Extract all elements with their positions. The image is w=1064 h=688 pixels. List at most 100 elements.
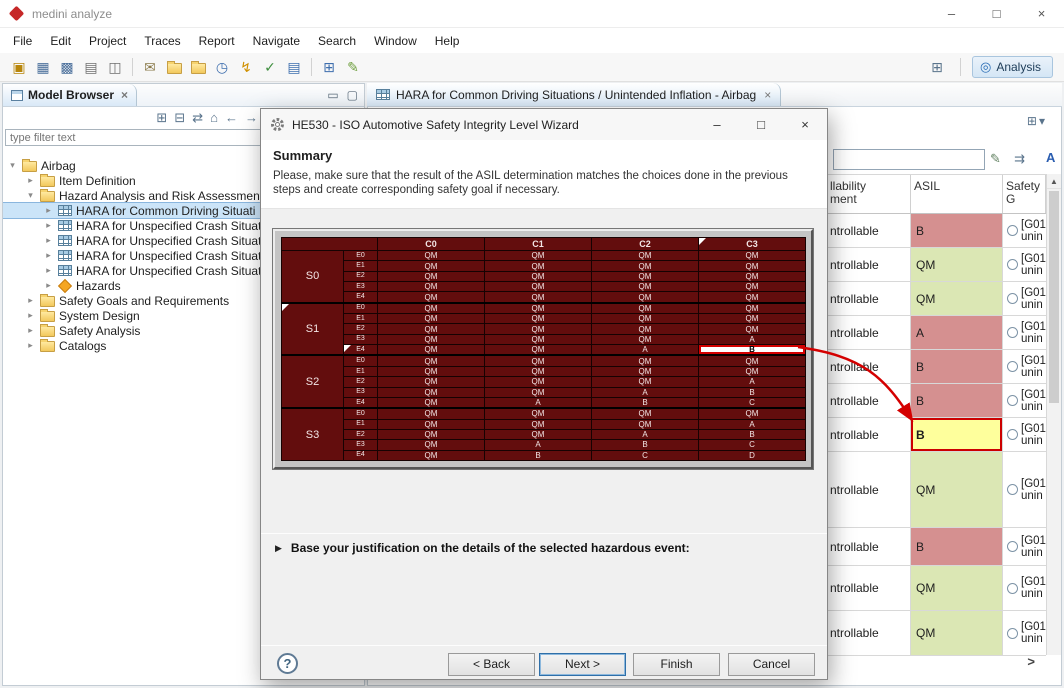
- asil-cell[interactable]: QM: [911, 611, 1003, 655]
- edit-filter-icon[interactable]: ✎: [990, 151, 1001, 167]
- safety-goal-cell[interactable]: [G01unin: [1003, 248, 1046, 281]
- safety-goal-cell[interactable]: [G01unin: [1003, 418, 1046, 451]
- collapse-all-icon[interactable]: ⊟: [174, 110, 185, 126]
- asil-cell[interactable]: B: [911, 214, 1003, 247]
- asil-matrix-cell[interactable]: QM: [592, 377, 699, 387]
- asil-matrix-cell[interactable]: QM: [485, 251, 592, 261]
- minimize-view-icon[interactable]: ▭: [327, 88, 338, 102]
- safety-goal-cell[interactable]: [G01unin: [1003, 214, 1046, 247]
- asil-matrix-cell[interactable]: A: [592, 387, 699, 397]
- checklist-icon[interactable]: ✓: [259, 56, 281, 78]
- asil-matrix-cell[interactable]: QM: [485, 314, 592, 324]
- asil-matrix-cell[interactable]: QM: [378, 314, 485, 324]
- vertical-scrollbar[interactable]: ▲: [1046, 174, 1061, 655]
- asil-matrix-cell[interactable]: B: [592, 440, 699, 450]
- matrix-exposure-e3[interactable]: E3: [344, 387, 378, 397]
- asil-matrix-cell[interactable]: QM: [378, 324, 485, 334]
- asil-matrix-cell[interactable]: QM: [378, 419, 485, 429]
- dialog-close-button[interactable]: ×: [783, 109, 827, 140]
- asil-matrix-cell[interactable]: QM: [378, 387, 485, 397]
- chevron-collapsed-icon[interactable]: ▸: [43, 205, 54, 216]
- hara-filter-input[interactable]: [833, 149, 985, 170]
- matrix-severity-s0[interactable]: S0: [282, 251, 344, 303]
- asil-matrix-cell[interactable]: A: [592, 429, 699, 439]
- asil-matrix-cell[interactable]: QM: [592, 314, 699, 324]
- chevron-collapsed-icon[interactable]: ▸: [43, 235, 54, 246]
- minimize-button[interactable]: –: [929, 0, 974, 28]
- scroll-right-hint[interactable]: >: [1027, 654, 1035, 669]
- asil-matrix-cell[interactable]: QM: [699, 355, 806, 366]
- menu-item-window[interactable]: Window: [365, 31, 426, 51]
- matrix-exposure-e1[interactable]: E1: [344, 419, 378, 429]
- run-icon[interactable]: ↯: [235, 56, 257, 78]
- asil-matrix-cell[interactable]: QM: [699, 251, 806, 261]
- matrix-exposure-e0[interactable]: E0: [344, 303, 378, 314]
- asil-cell[interactable]: QM: [911, 282, 1003, 315]
- asil-matrix-cell[interactable]: QM: [485, 355, 592, 366]
- table-icon[interactable]: ⊞: [318, 56, 340, 78]
- chevron-collapsed-icon[interactable]: ▸: [43, 250, 54, 261]
- back-icon[interactable]: ←: [225, 110, 238, 125]
- menu-item-file[interactable]: File: [4, 31, 41, 51]
- maximize-view-icon[interactable]: ▢: [347, 88, 358, 102]
- tab-hara-editor[interactable]: HARA for Common Driving Situations / Uni…: [367, 83, 781, 106]
- chevron-collapsed-icon[interactable]: ▸: [25, 325, 36, 336]
- asil-cell[interactable]: QM: [911, 452, 1003, 527]
- cancel-button[interactable]: Cancel: [728, 653, 815, 676]
- matrix-exposure-e4[interactable]: E4: [344, 450, 378, 460]
- asil-matrix-cell[interactable]: QM: [485, 419, 592, 429]
- close-button[interactable]: ×: [1019, 0, 1064, 28]
- dialog-maximize-button[interactable]: □: [739, 109, 783, 140]
- asil-matrix-cell[interactable]: QM: [592, 419, 699, 429]
- matrix-exposure-e3[interactable]: E3: [344, 282, 378, 292]
- asil-matrix-cell[interactable]: QM: [485, 429, 592, 439]
- tab-model-browser[interactable]: Model Browser ×: [3, 84, 137, 106]
- asil-matrix-cell[interactable]: B: [699, 345, 806, 356]
- save-icon[interactable]: ▦: [32, 56, 54, 78]
- asil-matrix-cell[interactable]: B: [699, 429, 806, 439]
- matrix-exposure-e4[interactable]: E4: [344, 397, 378, 408]
- new-icon[interactable]: ▣: [8, 56, 30, 78]
- asil-matrix-cell[interactable]: QM: [592, 408, 699, 419]
- asil-matrix-cell[interactable]: QM: [592, 271, 699, 281]
- matrix-col-header-c2[interactable]: C2: [592, 238, 699, 251]
- help-button[interactable]: ?: [277, 653, 298, 674]
- analysis-perspective-button[interactable]: ◎ Analysis: [972, 56, 1053, 78]
- asil-matrix-cell[interactable]: QM: [485, 408, 592, 419]
- asil-matrix-cell[interactable]: QM: [485, 261, 592, 271]
- asil-matrix-cell[interactable]: QM: [378, 450, 485, 460]
- matrix-severity-s3[interactable]: S3: [282, 408, 344, 460]
- asil-matrix-cell[interactable]: QM: [378, 292, 485, 303]
- menu-item-help[interactable]: Help: [426, 31, 469, 51]
- asil-matrix-cell[interactable]: A: [699, 377, 806, 387]
- safety-goal-cell[interactable]: [G01unin: [1003, 611, 1046, 655]
- asil-matrix-cell[interactable]: QM: [699, 366, 806, 376]
- table-row[interactable]: ntrollableQM[G01unin: [827, 248, 1046, 282]
- safety-goal-cell[interactable]: [G01unin: [1003, 528, 1046, 565]
- open-editor-icon[interactable]: ◫: [104, 56, 126, 78]
- matrix-exposure-e3[interactable]: E3: [344, 334, 378, 344]
- matrix-col-header-c0[interactable]: C0: [378, 238, 485, 251]
- history-icon[interactable]: ◷: [211, 56, 233, 78]
- scroll-up-icon[interactable]: ▲: [1047, 174, 1061, 189]
- chevron-collapsed-icon[interactable]: ▸: [43, 265, 54, 276]
- close-icon[interactable]: ×: [764, 88, 771, 102]
- menu-item-report[interactable]: Report: [190, 31, 244, 51]
- matrix-severity-s1[interactable]: S1: [282, 303, 344, 356]
- safety-goal-cell[interactable]: [G01unin: [1003, 282, 1046, 315]
- asil-matrix-cell[interactable]: QM: [378, 408, 485, 419]
- asil-matrix-cell[interactable]: QM: [485, 387, 592, 397]
- asil-matrix-cell[interactable]: C: [699, 440, 806, 450]
- asil-matrix-cell[interactable]: QM: [485, 345, 592, 356]
- asil-matrix-cell[interactable]: QM: [699, 324, 806, 334]
- maximize-button[interactable]: □: [974, 0, 1019, 28]
- asil-cell[interactable]: B: [911, 528, 1003, 565]
- chevron-collapsed-icon[interactable]: ▸: [43, 280, 54, 291]
- link-with-editor-icon[interactable]: ⇄: [192, 110, 203, 126]
- asil-matrix-cell[interactable]: A: [485, 440, 592, 450]
- asil-matrix-cell[interactable]: A: [592, 345, 699, 356]
- matrix-exposure-e1[interactable]: E1: [344, 366, 378, 376]
- chevron-expanded-icon[interactable]: ▾: [7, 160, 18, 171]
- home-icon[interactable]: ⌂: [210, 110, 218, 125]
- asil-matrix-cell[interactable]: QM: [699, 292, 806, 303]
